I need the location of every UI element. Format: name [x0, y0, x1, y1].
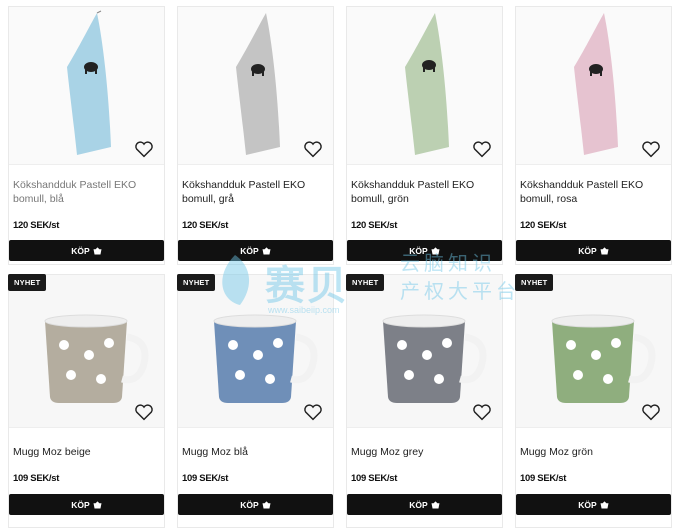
- product-name[interactable]: Mugg Moz blå: [182, 446, 329, 460]
- product-image[interactable]: [347, 7, 502, 165]
- buy-button[interactable]: KÖP: [178, 494, 333, 515]
- heart-icon[interactable]: [472, 403, 492, 421]
- buy-label: KÖP: [578, 499, 597, 510]
- product-card[interactable]: Kökshandduk Pastell EKO bomull, grön 120…: [346, 6, 503, 265]
- buy-label: KÖP: [409, 245, 428, 256]
- product-name[interactable]: Kökshandduk Pastell EKO bomull, grön: [351, 179, 498, 206]
- buy-button[interactable]: KÖP: [347, 240, 502, 261]
- product-image[interactable]: [9, 275, 164, 428]
- product-price: 120 SEK/st: [13, 220, 60, 231]
- product-price: 109 SEK/st: [182, 473, 229, 484]
- product-price: 109 SEK/st: [13, 473, 60, 484]
- basket-icon: [431, 500, 440, 508]
- product-price: 120 SEK/st: [351, 220, 398, 231]
- heart-icon[interactable]: [303, 140, 323, 158]
- product-price: 109 SEK/st: [351, 473, 398, 484]
- product-card[interactable]: NYHET Mugg Moz grön 109 SEK/st KÖP: [515, 274, 672, 528]
- basket-icon: [262, 500, 271, 508]
- basket-icon: [431, 246, 440, 254]
- buy-button[interactable]: KÖP: [516, 240, 671, 261]
- buy-label: KÖP: [71, 499, 90, 510]
- product-card[interactable]: Kökshandduk Pastell EKO bomull, blå 120 …: [8, 6, 165, 265]
- product-image[interactable]: [9, 7, 164, 165]
- new-badge: NYHET: [515, 274, 554, 291]
- product-name[interactable]: Mugg Moz beige: [13, 446, 160, 460]
- buy-label: KÖP: [240, 499, 259, 510]
- heart-icon[interactable]: [641, 140, 661, 158]
- buy-button[interactable]: KÖP: [516, 494, 671, 515]
- heart-icon[interactable]: [303, 403, 323, 421]
- product-image[interactable]: [516, 7, 671, 165]
- buy-button[interactable]: KÖP: [9, 240, 164, 261]
- product-price: 120 SEK/st: [520, 220, 567, 231]
- heart-icon[interactable]: [134, 140, 154, 158]
- product-name[interactable]: Kökshandduk Pastell EKO bomull, blå: [13, 179, 160, 206]
- new-badge: NYHET: [177, 274, 216, 291]
- product-card[interactable]: NYHET Mugg Moz beige 109 SEK/st KÖP: [8, 274, 165, 528]
- basket-icon: [600, 246, 609, 254]
- basket-icon: [600, 500, 609, 508]
- product-card[interactable]: NYHET Mugg Moz grey 109 SEK/st KÖP: [346, 274, 503, 528]
- heart-icon[interactable]: [472, 140, 492, 158]
- product-image[interactable]: [178, 7, 333, 165]
- product-card[interactable]: NYHET Mugg Moz blå 109 SEK/st KÖP: [177, 274, 334, 528]
- product-name[interactable]: Mugg Moz grön: [520, 446, 667, 460]
- product-name[interactable]: Mugg Moz grey: [351, 446, 498, 460]
- product-price: 120 SEK/st: [182, 220, 229, 231]
- new-badge: NYHET: [346, 274, 385, 291]
- heart-icon[interactable]: [641, 403, 661, 421]
- product-image[interactable]: [347, 275, 502, 428]
- buy-label: KÖP: [71, 245, 90, 256]
- heart-icon[interactable]: [134, 403, 154, 421]
- buy-label: KÖP: [578, 245, 597, 256]
- new-badge: NYHET: [8, 274, 47, 291]
- buy-label: KÖP: [240, 245, 259, 256]
- buy-button[interactable]: KÖP: [347, 494, 502, 515]
- buy-button[interactable]: KÖP: [178, 240, 333, 261]
- buy-button[interactable]: KÖP: [9, 494, 164, 515]
- basket-icon: [93, 246, 102, 254]
- product-card[interactable]: Kökshandduk Pastell EKO bomull, rosa 120…: [515, 6, 672, 265]
- product-image[interactable]: [178, 275, 333, 428]
- product-name[interactable]: Kökshandduk Pastell EKO bomull, grå: [182, 179, 329, 206]
- product-grid: Kökshandduk Pastell EKO bomull, blå 120 …: [8, 6, 672, 528]
- product-card[interactable]: Kökshandduk Pastell EKO bomull, grå 120 …: [177, 6, 334, 265]
- product-name[interactable]: Kökshandduk Pastell EKO bomull, rosa: [520, 179, 667, 206]
- buy-label: KÖP: [409, 499, 428, 510]
- product-price: 109 SEK/st: [520, 473, 567, 484]
- basket-icon: [262, 246, 271, 254]
- product-image[interactable]: [516, 275, 671, 428]
- basket-icon: [93, 500, 102, 508]
